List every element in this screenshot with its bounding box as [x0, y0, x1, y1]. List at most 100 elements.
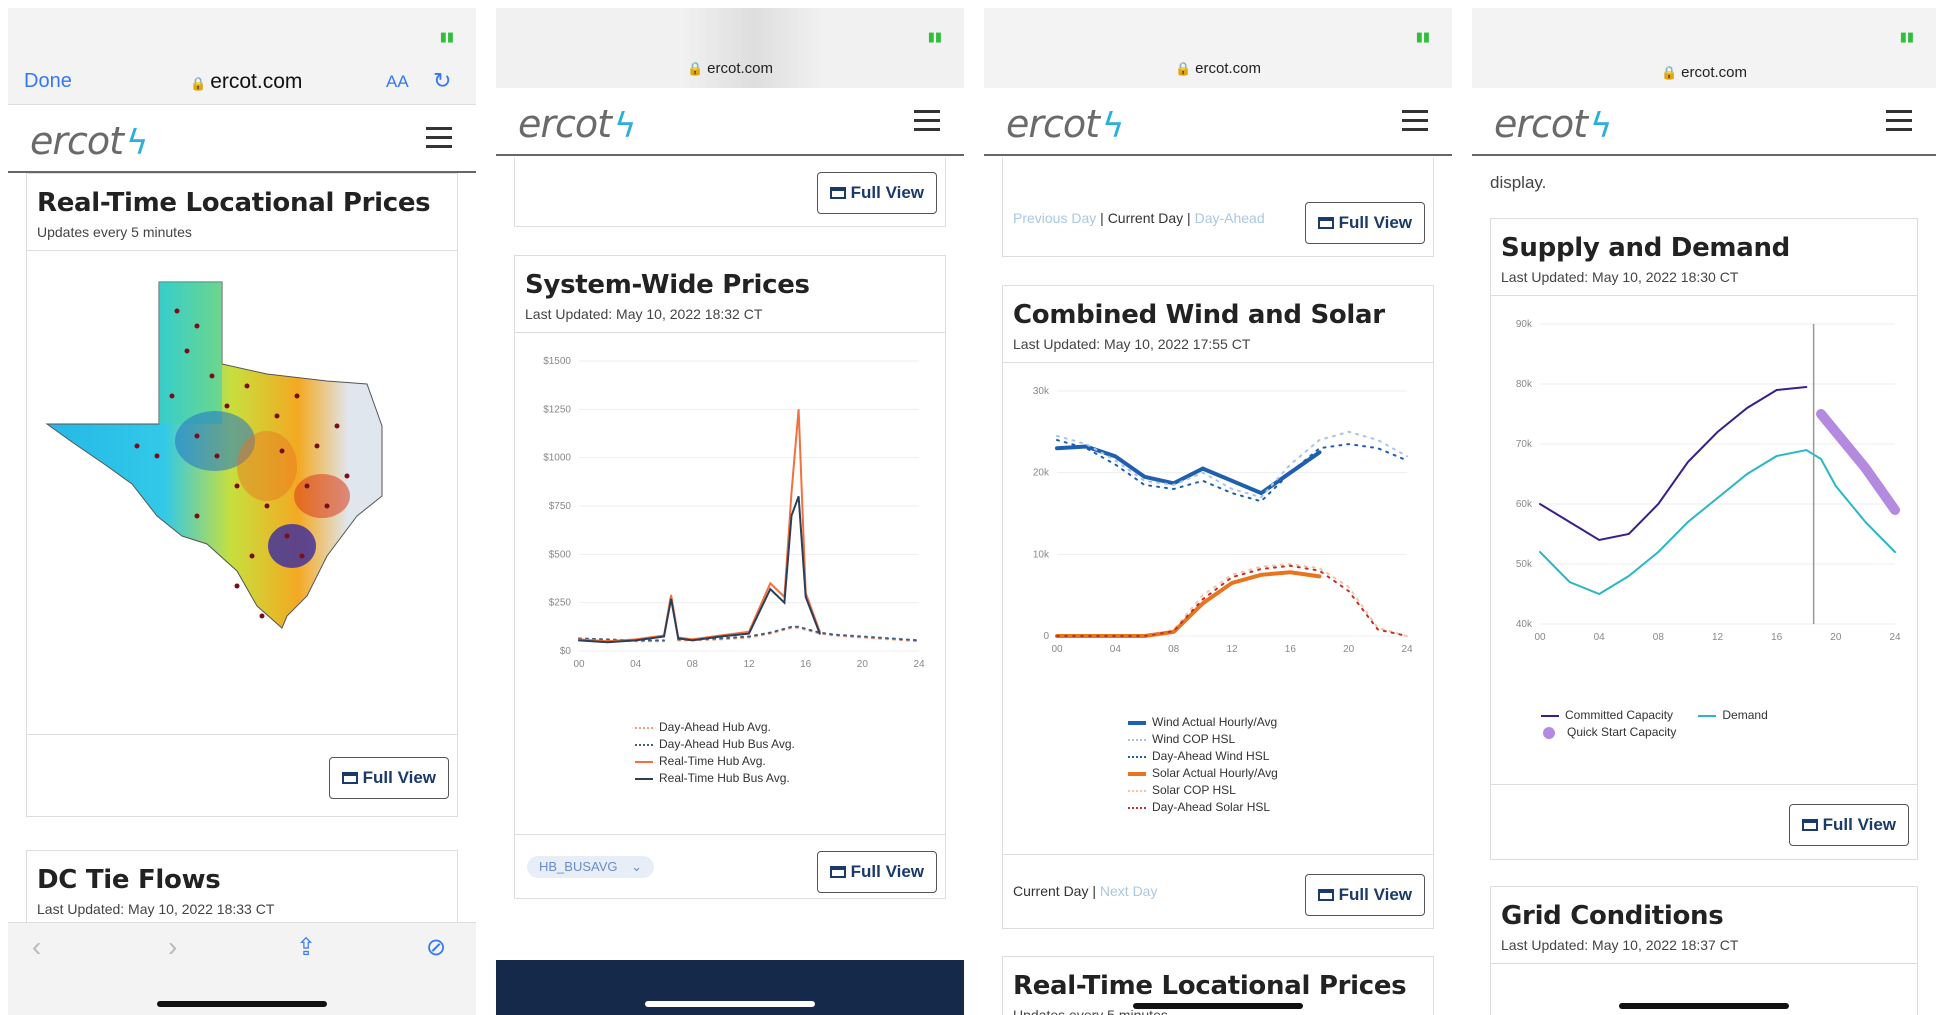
- y-tick-label: $250: [549, 598, 572, 609]
- x-tick-label: 24: [913, 659, 925, 670]
- y-tick-label: $0: [560, 646, 572, 657]
- hamburger-menu-icon[interactable]: [914, 110, 940, 137]
- day-nav: Previous Day | Current Day | Day-Ahead: [1013, 210, 1265, 226]
- window-icon: [1317, 889, 1334, 901]
- card-combined-wind-solar: Combined Wind and Solar Last Updated: Ma…: [1002, 285, 1434, 929]
- share-icon[interactable]: ⇪: [296, 933, 316, 962]
- chart-legend: Day-Ahead Hub Avg. Day-Ahead Hub Bus Avg…: [635, 719, 795, 787]
- card-system-wide-prices: System-Wide Prices Last Updated: May 10,…: [514, 255, 946, 899]
- card-title: DC Tie Flows: [37, 865, 221, 895]
- hamburger-menu-icon[interactable]: [1402, 110, 1428, 137]
- site-header: ercotϟ: [496, 88, 964, 156]
- window-icon: [1801, 819, 1818, 831]
- legend-item[interactable]: Day-Ahead Wind HSL: [1128, 748, 1278, 765]
- x-tick-label: 16: [800, 659, 812, 670]
- url-display[interactable]: 🔒 ercot.com: [496, 56, 964, 77]
- series-line: [1055, 570, 1322, 638]
- full-view-button[interactable]: Full View: [816, 172, 937, 214]
- forward-icon[interactable]: ›: [168, 931, 177, 963]
- x-tick-label: 04: [1110, 644, 1122, 655]
- url-display[interactable]: 🔒 ercot.com: [190, 70, 302, 94]
- ercot-logo[interactable]: ercotϟ: [30, 119, 149, 163]
- series-line: [1056, 439, 1408, 503]
- legend-item[interactable]: Solar COP HSL: [1128, 782, 1278, 799]
- x-tick-label: 12: [1226, 644, 1238, 655]
- x-tick-label: 08: [1168, 644, 1180, 655]
- y-tick-label: $1250: [543, 404, 571, 415]
- panel-supply-demand: ▮▮ 🔒 ercot.com ercotϟ display. Supply and…: [1472, 8, 1936, 1015]
- x-tick-label: 00: [1534, 632, 1546, 643]
- ercot-logo[interactable]: ercotϟ: [1006, 102, 1125, 146]
- legend-item[interactable]: Wind Actual Hourly/Avg: [1128, 714, 1278, 731]
- battery-icon: ▮▮: [1415, 30, 1430, 45]
- legend-item[interactable]: Day-Ahead Solar HSL: [1128, 799, 1278, 816]
- legend-item[interactable]: Wind COP HSL: [1128, 731, 1278, 748]
- done-button[interactable]: Done: [24, 70, 72, 93]
- y-tick-label: 50k: [1516, 559, 1533, 570]
- next-day-link[interactable]: Next Day: [1100, 883, 1158, 899]
- legend-item[interactable]: Day-Ahead Hub Avg.: [635, 719, 795, 736]
- x-tick-label: 16: [1285, 644, 1297, 655]
- card-supply-demand: Supply and Demand Last Updated: May 10, …: [1490, 218, 1918, 860]
- status-bar: ▮▮ 🔒 ercot.com: [1472, 8, 1936, 88]
- battery-icon: ▮▮: [439, 30, 454, 45]
- card-title: Grid Conditions: [1501, 901, 1724, 931]
- texas-price-map[interactable]: [37, 256, 467, 676]
- y-tick-label: $750: [549, 501, 572, 512]
- ercot-logo[interactable]: ercotϟ: [518, 102, 637, 146]
- full-view-button[interactable]: Full View: [816, 851, 937, 893]
- series-line: [1056, 563, 1408, 637]
- battery-icon: ▮▮: [1899, 30, 1914, 45]
- card-grid-conditions: Grid Conditions Last Updated: May 10, 20…: [1490, 886, 1918, 1015]
- card-real-time-locational-prices: Real-Time Locational Prices Updates ever…: [26, 173, 458, 817]
- previous-day-link[interactable]: Previous Day: [1013, 210, 1096, 226]
- ercot-logo[interactable]: ercotϟ: [1494, 102, 1613, 146]
- hamburger-menu-icon[interactable]: [1886, 110, 1912, 137]
- home-indicator: [645, 1001, 815, 1007]
- compass-icon[interactable]: ⊘: [426, 933, 446, 962]
- x-tick-label: 00: [573, 659, 585, 670]
- url-display[interactable]: 🔒 ercot.com: [1472, 60, 1936, 81]
- card-subtitle: Last Updated: May 10, 2022 18:32 CT: [515, 306, 945, 333]
- series-line: [1539, 448, 1896, 596]
- legend-item[interactable]: Real-Time Hub Avg.: [635, 753, 795, 770]
- text-size-button[interactable]: AA: [386, 72, 409, 92]
- y-tick-label: 90k: [1516, 319, 1533, 330]
- card-subtitle: Last Updated: May 10, 2022 18:37 CT: [1491, 937, 1917, 964]
- card-title: Real-Time Locational Prices: [37, 188, 431, 218]
- legend-item[interactable]: Quick Start Capacity: [1541, 724, 1768, 741]
- site-header: ercotϟ: [1472, 88, 1936, 156]
- legend-item[interactable]: Real-Time Hub Bus Avg.: [635, 770, 795, 787]
- card-previous-partial: Full View: [514, 158, 946, 227]
- supply-demand-chart[interactable]: 40k 50k 60k 70k 80k 90k 00 04 08 12 16 20 24: [1495, 314, 1905, 684]
- y-tick-label: $500: [549, 549, 572, 560]
- y-tick-label: 40k: [1516, 619, 1533, 630]
- hub-select[interactable]: HB_BUSAVG ⌄: [527, 856, 655, 878]
- current-day-link[interactable]: Current Day: [1013, 883, 1088, 899]
- top-text: display.: [1490, 173, 1547, 192]
- full-view-button[interactable]: Full View: [1788, 804, 1909, 846]
- full-view-button[interactable]: Full View: [1304, 874, 1425, 916]
- window-icon: [341, 772, 358, 784]
- day-ahead-link[interactable]: Day-Ahead: [1195, 210, 1265, 226]
- home-indicator: [1619, 1003, 1789, 1009]
- x-tick-label: 08: [687, 659, 699, 670]
- y-tick-label: 70k: [1516, 439, 1533, 450]
- system-wide-prices-chart[interactable]: $0 $250 $500 $750 $1000 $1250 $1500 00 04 08 12 16 2…: [519, 351, 929, 711]
- url-display[interactable]: 🔒 ercot.com: [984, 56, 1452, 77]
- legend-item[interactable]: Day-Ahead Hub Bus Avg.: [635, 736, 795, 753]
- y-tick-label: 60k: [1516, 499, 1533, 510]
- lock-icon: 🔒: [686, 61, 704, 76]
- current-day-link[interactable]: Current Day: [1108, 210, 1183, 226]
- legend-item[interactable]: Committed Capacity Demand: [1541, 707, 1768, 724]
- legend-item[interactable]: Solar Actual Hourly/Avg: [1128, 765, 1278, 782]
- back-icon[interactable]: ‹: [32, 931, 41, 963]
- hamburger-menu-icon[interactable]: [426, 127, 452, 154]
- full-view-button[interactable]: Full View: [1304, 202, 1425, 244]
- wind-solar-chart[interactable]: 0 10k 20k 30k 00 04 08 12 16 20 24: [1007, 381, 1417, 711]
- reload-icon[interactable]: ↻: [433, 68, 451, 94]
- y-tick-label: 0: [1043, 631, 1049, 642]
- full-view-button[interactable]: Full View: [328, 757, 449, 799]
- x-tick-label: 12: [743, 659, 755, 670]
- x-tick-label: 08: [1653, 632, 1665, 643]
